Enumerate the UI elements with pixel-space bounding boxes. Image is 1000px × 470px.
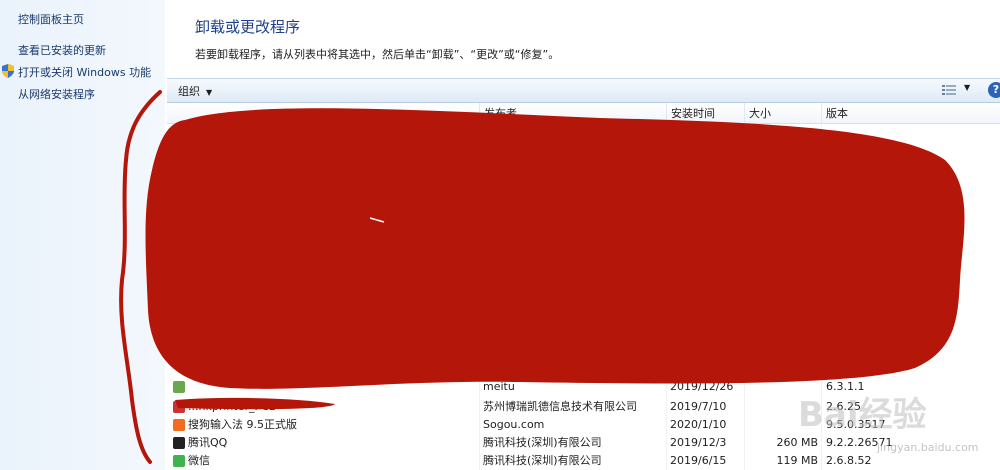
view-details-icon[interactable] [942, 84, 956, 96]
program-name: ...nkprinter_PCL [188, 400, 275, 413]
column-header-version[interactable]: 版本 [821, 103, 947, 124]
watermark-logo: Bai经验 [798, 395, 927, 435]
program-name: 搜狗输入法 9.5正式版 [188, 418, 297, 431]
column-divider [666, 124, 667, 470]
organize-label: 组织 [178, 85, 200, 98]
publisher-cell: Sogou.com [483, 418, 545, 431]
size-cell: 260 MB [776, 436, 818, 449]
installed-on-cell: 2019/12/26 [670, 380, 734, 393]
column-header-publisher[interactable]: 发布者 [479, 103, 666, 124]
control-panel-home-link[interactable]: 控制面板主页 [18, 11, 84, 27]
installed-on-cell: 2019/7/10 [670, 400, 727, 413]
column-divider [744, 124, 745, 470]
publisher-cell: 腾讯科技(深圳)有限公司 [483, 454, 602, 467]
install-from-network-link[interactable]: 从网络安装程序 [18, 86, 95, 102]
qq-penguin-icon [173, 437, 185, 449]
page-title: 卸载或更改程序 [195, 18, 301, 36]
page-instructions: 若要卸载程序，请从列表中将其选中，然后单击“卸载”、“更改”或“修复”。 [195, 48, 560, 61]
watermark-url: jingyan.baidu.com [877, 441, 979, 454]
publisher-cell: 腾讯科技(深圳)有限公司 [483, 436, 602, 449]
program-name-cell: ...nkprinter_PCL [173, 398, 473, 416]
command-bar: 组织 ▼ ▼ ? [167, 78, 1000, 103]
uac-shield-icon [2, 64, 14, 78]
table-row[interactable]: 腾讯QQ 腾讯科技(深圳)有限公司 2019/12/3 260 MB 9.2.2… [167, 434, 1000, 452]
program-name: 微信 [188, 454, 210, 467]
help-button[interactable]: ? [988, 82, 1000, 98]
program-name-cell: 腾讯QQ [173, 434, 473, 452]
view-installed-updates-link[interactable]: 查看已安装的更新 [18, 42, 106, 58]
column-header-installed-on[interactable]: 安装时间 [666, 103, 744, 124]
column-header-name[interactable]: ▲ [167, 103, 479, 124]
column-header-size[interactable]: 大小 [744, 103, 821, 124]
column-divider [479, 124, 480, 470]
program-name-cell [173, 378, 473, 396]
installed-on-cell: 2019/6/15 [670, 454, 727, 467]
sogou-icon [173, 419, 185, 431]
program-name: 腾讯QQ [188, 436, 228, 449]
program-name-cell: 微信 [173, 452, 473, 470]
installed-on-cell: 2019/12/3 [670, 436, 727, 449]
app-icon [173, 401, 185, 413]
chevron-down-icon: ▼ [206, 88, 213, 97]
installed-on-cell: 2020/1/10 [670, 418, 727, 431]
table-row[interactable]: 微信 腾讯科技(深圳)有限公司 2019/6/15 119 MB 2.6.8.5… [167, 452, 1000, 470]
sort-ascending-icon: ▲ [319, 106, 325, 114]
program-name-cell: 搜狗输入法 9.5正式版 [173, 416, 473, 434]
publisher-cell: 苏州博瑞凯德信息技术有限公司 [483, 400, 637, 413]
organize-button[interactable]: 组织 ▼ [178, 83, 212, 99]
version-cell: 2.6.8.52 [826, 454, 872, 467]
publisher-cell: meitu [483, 380, 515, 393]
wechat-icon [173, 455, 185, 467]
windows-features-link[interactable]: 打开或关闭 Windows 功能 [18, 64, 151, 80]
view-options-chevron-icon[interactable]: ▼ [964, 83, 970, 92]
column-header-row: ▲ 发布者 安装时间 大小 版本 [167, 103, 1000, 124]
app-icon [173, 381, 185, 393]
size-cell: 119 MB [776, 454, 818, 467]
task-pane: 控制面板主页 查看已安装的更新 打开或关闭 Windows 功能 从网络安装程序 [0, 0, 165, 470]
